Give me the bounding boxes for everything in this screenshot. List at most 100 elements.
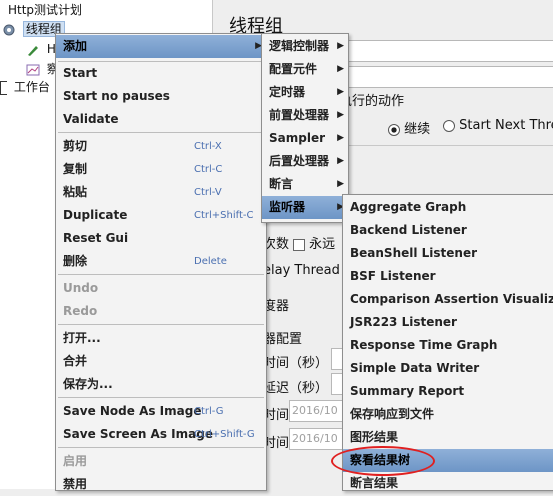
menu-item-assertion[interactable]: 断言 ▶ xyxy=(262,173,348,196)
workbench-bracket-icon xyxy=(0,80,7,95)
listener-graph-icon xyxy=(26,64,40,75)
menu-item-duplicate-label: Duplicate xyxy=(63,208,128,222)
menu-item-sampler-label: Sampler xyxy=(269,131,326,145)
menu-item-save-as-label: 保存为... xyxy=(63,377,113,391)
menu-item-pre-processor[interactable]: 前置处理器 ▶ xyxy=(262,104,348,127)
menu-item-sampler[interactable]: Sampler ▶ xyxy=(262,127,348,150)
name-field[interactable] xyxy=(333,40,553,62)
annotation-ellipse xyxy=(331,446,435,476)
menu-item-summary-report[interactable]: Summary Report xyxy=(343,380,553,403)
menu-item-assertion-results-label: 断言结果 xyxy=(350,476,399,490)
menu-item-delete-label: 删除 xyxy=(63,254,88,268)
menu-item-post-processor-label: 后置处理器 xyxy=(269,154,330,168)
menu-item-reset-gui-label: Reset Gui xyxy=(63,231,129,245)
forever-checkbox[interactable]: 永远 xyxy=(293,233,335,252)
menu-item-validate[interactable]: Validate xyxy=(56,108,266,131)
menu-item-pre-processor-label: 前置处理器 xyxy=(269,108,330,122)
menu-item-save-node-image[interactable]: Save Node As Image Ctrl-G xyxy=(56,400,266,423)
menu-item-redo-label: Redo xyxy=(63,304,98,318)
menu-item-duplicate[interactable]: Duplicate Ctrl+Shift-C xyxy=(56,204,266,227)
menu-item-undo-label: Undo xyxy=(63,281,99,295)
menu-item-start[interactable]: Start xyxy=(56,62,266,85)
menu-item-disable[interactable]: 禁用 xyxy=(56,473,266,496)
menu-item-config-element[interactable]: 配置元件 ▶ xyxy=(262,58,348,81)
end-time-field[interactable]: 2016/10 xyxy=(289,428,345,450)
menu-item-add[interactable]: 添加 ▶ xyxy=(56,35,266,58)
menu-item-summary-report-label: Summary Report xyxy=(350,384,465,398)
menu-item-graph-results-label: 图形结果 xyxy=(350,430,399,444)
menu-item-save-as[interactable]: 保存为... xyxy=(56,373,266,396)
start-next-radio[interactable]: Start Next Threa xyxy=(443,118,553,133)
menu-item-bsf-listener[interactable]: BSF Listener xyxy=(343,265,553,288)
tree-item-child-1[interactable]: H xyxy=(26,40,56,58)
menu-item-delete[interactable]: 删除 Delete xyxy=(56,250,266,273)
menu-item-save-screen-image[interactable]: Save Screen As Image Ctrl+Shift-G xyxy=(56,423,266,446)
radio-selected-icon xyxy=(388,123,400,136)
start-next-label: Start Next Threa xyxy=(459,118,553,133)
shortcut-cut: Ctrl-X xyxy=(194,141,222,152)
menu-item-assertion-label: 断言 xyxy=(269,177,294,191)
shortcut-duplicate: Ctrl+Shift-C xyxy=(194,210,254,221)
menu-separator xyxy=(58,132,264,133)
menu-item-response-time-graph[interactable]: Response Time Graph xyxy=(343,334,553,357)
menu-item-merge-label: 合并 xyxy=(63,354,88,368)
submenu-arrow-icon: ▶ xyxy=(337,156,344,166)
menu-item-cut[interactable]: 剪切 Ctrl-X xyxy=(56,135,266,158)
menu-item-aggregate-graph[interactable]: Aggregate Graph xyxy=(343,196,553,219)
menu-item-save-responses[interactable]: 保存响应到文件 xyxy=(343,403,553,426)
submenu-arrow-icon: ▶ xyxy=(337,179,344,189)
menu-item-logic-controller[interactable]: 逻辑控制器 ▶ xyxy=(262,35,348,58)
comment-field[interactable] xyxy=(333,66,553,88)
menu-item-enable[interactable]: 启用 xyxy=(56,450,266,473)
menu-separator xyxy=(58,324,264,325)
tree-item-test-plan[interactable]: Http测试计划 xyxy=(8,1,82,19)
menu-separator xyxy=(58,397,264,398)
submenu-arrow-icon: ▶ xyxy=(337,87,344,97)
menu-item-copy[interactable]: 复制 Ctrl-C xyxy=(56,158,266,181)
menu-item-response-time-graph-label: Response Time Graph xyxy=(350,338,498,352)
workbench-label: 工作台 xyxy=(13,80,50,94)
menu-item-logic-controller-label: 逻辑控制器 xyxy=(269,39,330,53)
start-time-field[interactable]: 2016/10 xyxy=(289,400,345,422)
menu-item-validate-label: Validate xyxy=(63,112,119,126)
menu-item-start-label: Start xyxy=(63,66,98,80)
menu-item-comparison-assertion-visualizer-label: Comparison Assertion Visualizer xyxy=(350,292,553,306)
menu-item-reset-gui[interactable]: Reset Gui xyxy=(56,227,266,250)
menu-item-merge[interactable]: 合并 xyxy=(56,350,266,373)
menu-item-listener[interactable]: 监听器 ▶ xyxy=(262,196,348,219)
panel-divider xyxy=(333,145,553,146)
menu-item-simple-data-writer[interactable]: Simple Data Writer xyxy=(343,357,553,380)
menu-item-comparison-assertion-visualizer[interactable]: Comparison Assertion Visualizer xyxy=(343,288,553,311)
submenu-arrow-icon: ▶ xyxy=(337,41,344,51)
sampler-pen-icon xyxy=(28,45,38,56)
thread-group-gear-icon xyxy=(3,24,15,35)
forever-label: 永远 xyxy=(309,237,336,252)
menu-item-paste[interactable]: 粘贴 Ctrl-V xyxy=(56,181,266,204)
menu-item-paste-label: 粘贴 xyxy=(63,185,88,199)
menu-item-backend-listener[interactable]: Backend Listener xyxy=(343,219,553,242)
shortcut-copy: Ctrl-C xyxy=(194,164,223,175)
menu-item-listener-label: 监听器 xyxy=(269,200,306,214)
menu-item-timer[interactable]: 定时器 ▶ xyxy=(262,81,348,104)
menu-item-undo[interactable]: Undo xyxy=(56,277,266,300)
menu-item-jsr223-listener[interactable]: JSR223 Listener xyxy=(343,311,553,334)
radio-unselected-icon xyxy=(443,119,455,132)
menu-item-open[interactable]: 打开... xyxy=(56,327,266,350)
submenu-arrow-icon: ▶ xyxy=(337,64,344,74)
menu-item-beanshell-listener[interactable]: BeanShell Listener xyxy=(343,242,553,265)
menu-item-simple-data-writer-label: Simple Data Writer xyxy=(350,361,480,375)
submenu-arrow-icon: ▶ xyxy=(337,110,344,120)
context-menu: 添加 ▶ Start Start no pauses Validate 剪切 Ctr… xyxy=(55,33,267,491)
continue-radio[interactable]: 继续 xyxy=(388,118,430,137)
menu-item-redo[interactable]: Redo xyxy=(56,300,266,323)
menu-item-post-processor[interactable]: 后置处理器 ▶ xyxy=(262,150,348,173)
tree-item-workbench[interactable]: 工作台 xyxy=(0,78,50,96)
checkbox-icon xyxy=(293,238,305,251)
menu-item-timer-label: 定时器 xyxy=(269,85,306,99)
menu-item-config-element-label: 配置元件 xyxy=(269,62,318,76)
menu-item-start-no-pauses[interactable]: Start no pauses xyxy=(56,85,266,108)
menu-item-start-no-pauses-label: Start no pauses xyxy=(63,89,170,103)
tree-item-child-2[interactable]: 察 xyxy=(26,60,59,78)
menu-item-save-responses-label: 保存响应到文件 xyxy=(350,407,435,421)
menu-item-add-label: 添加 xyxy=(63,39,88,53)
